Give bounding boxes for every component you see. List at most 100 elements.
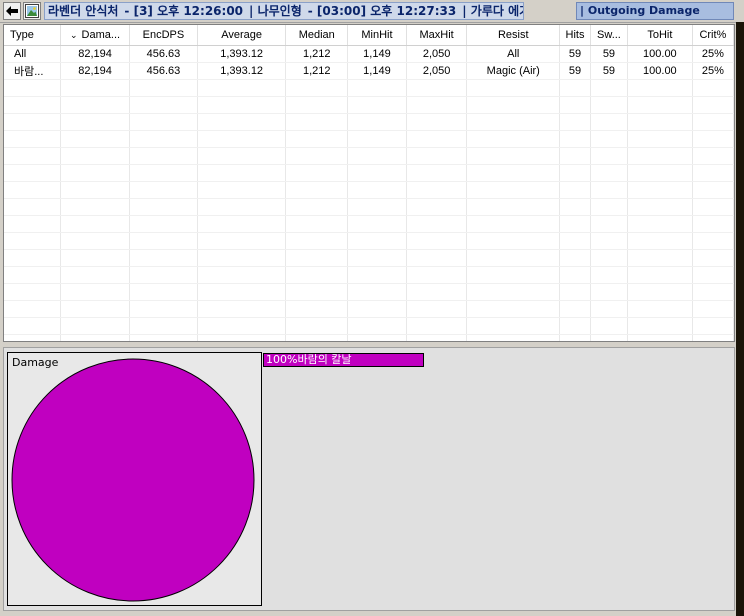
back-button[interactable] xyxy=(3,2,21,20)
breadcrumb-zone: 라벤더 안식처 xyxy=(48,4,119,18)
empty-row xyxy=(4,79,734,97)
table-cell xyxy=(559,147,591,165)
table-cell xyxy=(347,283,407,301)
col-average[interactable]: Average xyxy=(197,25,287,46)
col-tohit[interactable]: ToHit xyxy=(627,25,693,46)
col-crit[interactable]: Crit% xyxy=(692,25,734,46)
table-cell xyxy=(466,232,561,250)
table-cell xyxy=(692,147,734,165)
image-button[interactable] xyxy=(23,2,41,20)
col-maxhit[interactable]: MaxHit xyxy=(406,25,468,46)
breadcrumb-encounter-1: - [3] 오후 12:26:00 xyxy=(124,4,244,18)
table-cell xyxy=(60,232,130,250)
table-row[interactable]: All 82,194 456.63 1,393.12 1,212 1,149 2,050 Al… xyxy=(4,45,734,63)
table-cell xyxy=(559,334,591,341)
table-cell xyxy=(60,113,130,131)
table-cell xyxy=(60,266,130,284)
table-cell xyxy=(285,198,349,216)
table-cell xyxy=(692,300,734,318)
table-cell xyxy=(627,283,693,301)
col-median[interactable]: Median xyxy=(285,25,349,46)
table-cell xyxy=(347,232,407,250)
col-type[interactable]: Type xyxy=(4,25,62,46)
col-damage[interactable]: ⌄ Dama... xyxy=(60,25,130,46)
table-cell xyxy=(627,266,693,284)
breadcrumb[interactable]: 라벤더 안식처 - [3] 오후 12:26:00 | 나무인형 - [03:00] … xyxy=(44,2,524,20)
table-cell xyxy=(590,198,628,216)
table-cell xyxy=(285,232,349,250)
empty-row xyxy=(4,249,734,267)
breadcrumb-combatant: | 나무인형 xyxy=(249,4,302,18)
table-cell xyxy=(4,113,62,131)
table-cell xyxy=(466,96,561,114)
table-cell xyxy=(627,334,693,341)
table-cell xyxy=(60,130,130,148)
table-cell xyxy=(60,79,130,97)
table-cell xyxy=(692,96,734,114)
table-cell xyxy=(627,198,693,216)
col-encdps[interactable]: EncDPS xyxy=(129,25,198,46)
table-cell xyxy=(129,249,198,267)
table-cell xyxy=(60,164,130,182)
table-cell xyxy=(466,198,561,216)
table-cell xyxy=(406,317,468,335)
table-cell xyxy=(197,232,287,250)
table-cell xyxy=(197,198,287,216)
table-cell xyxy=(692,164,734,182)
table-cell xyxy=(406,113,468,131)
col-resist[interactable]: Resist xyxy=(466,25,561,46)
table-cell xyxy=(627,147,693,165)
table-cell xyxy=(590,232,628,250)
table-cell xyxy=(285,147,349,165)
table-row[interactable]: 바람... 82,194 456.63 1,393.12 1,212 1,149 2,050… xyxy=(4,62,734,80)
table-cell xyxy=(285,113,349,131)
empty-row xyxy=(4,266,734,284)
table-cell xyxy=(347,334,407,341)
pie-legend-item: 100%바람의 칼날 xyxy=(263,353,424,367)
table-cell: 100.00 xyxy=(627,45,693,63)
table-cell xyxy=(627,300,693,318)
table-cell xyxy=(590,130,628,148)
table-cell xyxy=(590,266,628,284)
table-cell xyxy=(466,317,561,335)
table-cell xyxy=(466,181,561,199)
table-cell xyxy=(60,215,130,233)
table-cell: 59 xyxy=(590,62,628,80)
table-cell xyxy=(285,130,349,148)
table-cell xyxy=(347,96,407,114)
table-cell xyxy=(129,147,198,165)
table-cell xyxy=(129,215,198,233)
col-minhit[interactable]: MinHit xyxy=(347,25,407,46)
table-cell: 1,393.12 xyxy=(197,62,287,80)
table-cell xyxy=(129,164,198,182)
view-selector-outgoing-damage[interactable]: | Outgoing Damage xyxy=(576,2,734,20)
table-cell xyxy=(60,300,130,318)
empty-row xyxy=(4,181,734,199)
table-cell xyxy=(129,198,198,216)
table-cell xyxy=(627,113,693,131)
table-cell xyxy=(4,334,62,341)
table-cell xyxy=(347,266,407,284)
table-cell: All xyxy=(466,45,561,63)
col-hits[interactable]: Hits xyxy=(559,25,591,46)
table-cell xyxy=(285,249,349,267)
table-cell xyxy=(347,317,407,335)
table-cell xyxy=(627,215,693,233)
table-cell xyxy=(4,79,62,97)
table-cell xyxy=(559,164,591,182)
table-cell: 1,393.12 xyxy=(197,45,287,63)
table-cell xyxy=(4,232,62,250)
table-cell xyxy=(559,79,591,97)
table-cell xyxy=(692,198,734,216)
table-cell xyxy=(590,334,628,341)
table-cell xyxy=(559,249,591,267)
table-cell xyxy=(60,147,130,165)
table-cell xyxy=(129,334,198,341)
table-cell: 59 xyxy=(590,45,628,63)
table-cell xyxy=(129,283,198,301)
col-swings[interactable]: Sw... xyxy=(590,25,628,46)
table-cell xyxy=(590,113,628,131)
picture-icon xyxy=(25,4,39,18)
table-cell xyxy=(692,283,734,301)
table-cell xyxy=(197,283,287,301)
